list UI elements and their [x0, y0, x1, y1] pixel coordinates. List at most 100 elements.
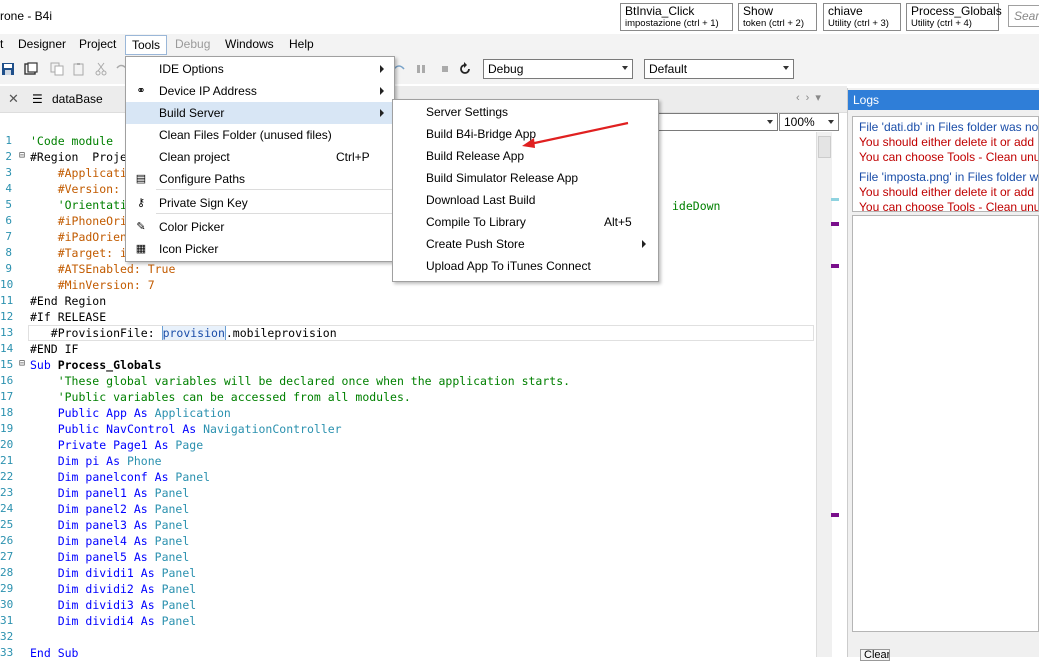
stop-icon[interactable]	[438, 62, 452, 76]
line-number: 8	[5, 246, 12, 259]
log-line: You can choose Tools - Clean unu	[859, 200, 1039, 212]
pause-icon[interactable]	[414, 62, 428, 76]
logs-list[interactable]	[852, 215, 1039, 632]
build-server-menu-item[interactable]: Build Simulator Release App	[393, 167, 656, 189]
code-token: Application	[154, 406, 231, 420]
quick-jump-button-1[interactable]: BtInvia_Click impostazione (ctrl + 1)	[620, 3, 733, 31]
logs-messages[interactable]: File 'dati.db' in Files folder was not Yo…	[852, 116, 1039, 212]
menu-item-shortcut: Alt+5	[604, 215, 632, 229]
menu-item-label: Build Simulator Release App	[426, 171, 579, 185]
tools-menu-item[interactable]: ✎ Color Picker	[126, 216, 392, 238]
quick-jump-button-3[interactable]: chiave Utility (ctrl + 3)	[823, 3, 901, 31]
menu-tools[interactable]: Tools	[125, 35, 167, 55]
code-line: #Target: i	[30, 246, 127, 260]
tools-menu-item[interactable]: Clean Files Folder (unused files)	[126, 124, 392, 146]
key-icon: ⚷	[136, 197, 146, 209]
paste-icon[interactable]	[72, 62, 86, 76]
menu-item-label: Create Push Store	[426, 237, 525, 251]
tools-menu-item[interactable]: Clean project Ctrl+P	[126, 146, 392, 168]
line-number: 30	[0, 598, 14, 611]
line-number: 16	[0, 374, 14, 387]
build-server-menu-item[interactable]: Compile To Library Alt+5	[393, 211, 656, 233]
menu-windows[interactable]: Windows	[225, 37, 274, 51]
search-input[interactable]: Search	[1008, 5, 1039, 27]
build-server-menu-item[interactable]: Download Last Build	[393, 189, 656, 211]
menu-debug[interactable]: Debug	[175, 37, 210, 51]
tools-menu-item[interactable]: IDE Options	[126, 58, 392, 80]
code-token: panel5	[85, 550, 134, 564]
menu-file-partial[interactable]: t	[0, 37, 3, 51]
code-token: 'These global variables will be declared…	[30, 374, 571, 388]
build-server-menu-item[interactable]: Create Push Store	[393, 233, 656, 255]
code-token: Process_Globals	[57, 358, 162, 372]
submenu-arrow-icon	[642, 240, 646, 248]
tab-database[interactable]: dataBase	[52, 92, 103, 106]
fold-toggle-icon[interactable]: ⊟	[19, 358, 25, 369]
quick-jump-button-4[interactable]: Process_Globals Utility (ctrl + 4)	[906, 3, 1002, 31]
log-line: File 'dati.db' in Files folder was not	[859, 120, 1039, 134]
chevron-down-icon	[828, 120, 834, 124]
submenu-arrow-icon	[380, 87, 384, 95]
code-token: 'Orientati	[30, 198, 127, 212]
line-number: 22	[0, 470, 14, 483]
quick-jump-subtitle: Utility (ctrl + 4)	[911, 18, 972, 29]
menu-project[interactable]: Project	[79, 37, 116, 51]
line-number: 33	[0, 646, 14, 657]
code-line: Dim panel1 As Panel	[30, 486, 190, 500]
chevron-down-icon	[767, 120, 773, 124]
zoom-select[interactable]: 100%	[779, 113, 839, 131]
menu-item-label: Build Release App	[426, 149, 525, 163]
device-select[interactable]: Default	[644, 59, 794, 79]
menu-separator	[156, 189, 392, 190]
code-token: Private	[30, 438, 114, 452]
fold-toggle-icon[interactable]: ⊟	[19, 150, 25, 161]
save-all-icon[interactable]	[24, 62, 38, 76]
code-token: Dim	[30, 550, 86, 564]
scroll-marker	[831, 264, 839, 268]
code-token: Dim	[30, 614, 86, 628]
device-value: Default	[649, 62, 688, 76]
code-token: End Sub	[30, 646, 79, 657]
code-token: dividi2	[85, 582, 141, 596]
logs-title: Logs	[848, 90, 1039, 110]
clear-logs-button[interactable]: Clear	[860, 649, 890, 661]
menu-designer[interactable]: Designer	[18, 37, 66, 51]
code-line: Private Page1 As Page	[30, 438, 203, 452]
code-line: Public App As Application	[30, 406, 231, 420]
tools-menu-item[interactable]: ⚷ Private Sign Key	[126, 192, 392, 214]
code-token: #If RELEASE	[30, 310, 107, 324]
tools-menu-item-build-server[interactable]: Build Server	[126, 102, 392, 124]
module-icon: ☰	[32, 92, 43, 106]
log-line: You can choose Tools - Clean unu	[859, 150, 1039, 164]
code-token: As	[106, 454, 127, 468]
code-line: #iPhoneOri	[30, 214, 127, 228]
code-token: As	[140, 582, 162, 596]
scrollbar-thumb[interactable]	[818, 136, 831, 158]
save-icon[interactable]	[1, 62, 15, 76]
code-token: Dim	[30, 518, 86, 532]
restart-icon[interactable]	[458, 62, 472, 76]
code-token: Panel	[154, 502, 190, 516]
menu-help[interactable]: Help	[289, 37, 314, 51]
editor-scrollbar[interactable]	[816, 132, 832, 657]
line-number: 23	[0, 486, 14, 499]
tools-menu-item[interactable]: ⚭ Device IP Address	[126, 80, 392, 102]
line-number: 32	[0, 630, 14, 643]
quick-jump-button-2[interactable]: Show token (ctrl + 2)	[738, 3, 817, 31]
code-token: panel1	[85, 486, 134, 500]
close-icon[interactable]: ✕	[8, 91, 19, 107]
code-token: As	[133, 550, 155, 564]
build-server-menu-item[interactable]: Upload App To iTunes Connect	[393, 255, 656, 277]
build-config-select[interactable]: Debug	[483, 59, 633, 79]
line-number: 29	[0, 582, 14, 595]
cut-icon[interactable]	[94, 62, 108, 76]
code-token: dividi1	[85, 566, 141, 580]
code-token: #iPadOrien	[30, 230, 127, 244]
code-line: Dim panel4 As Panel	[30, 534, 190, 548]
tools-menu-item[interactable]: ▦ Icon Picker	[126, 238, 392, 260]
tools-menu-item[interactable]: ▤ Configure Paths	[126, 168, 392, 190]
menu-item-label: Clean project	[159, 150, 230, 164]
copy-icon[interactable]	[50, 62, 64, 76]
line-number: 2	[5, 150, 12, 163]
tab-nav-arrows-icon[interactable]: ‹›▾	[796, 91, 827, 104]
